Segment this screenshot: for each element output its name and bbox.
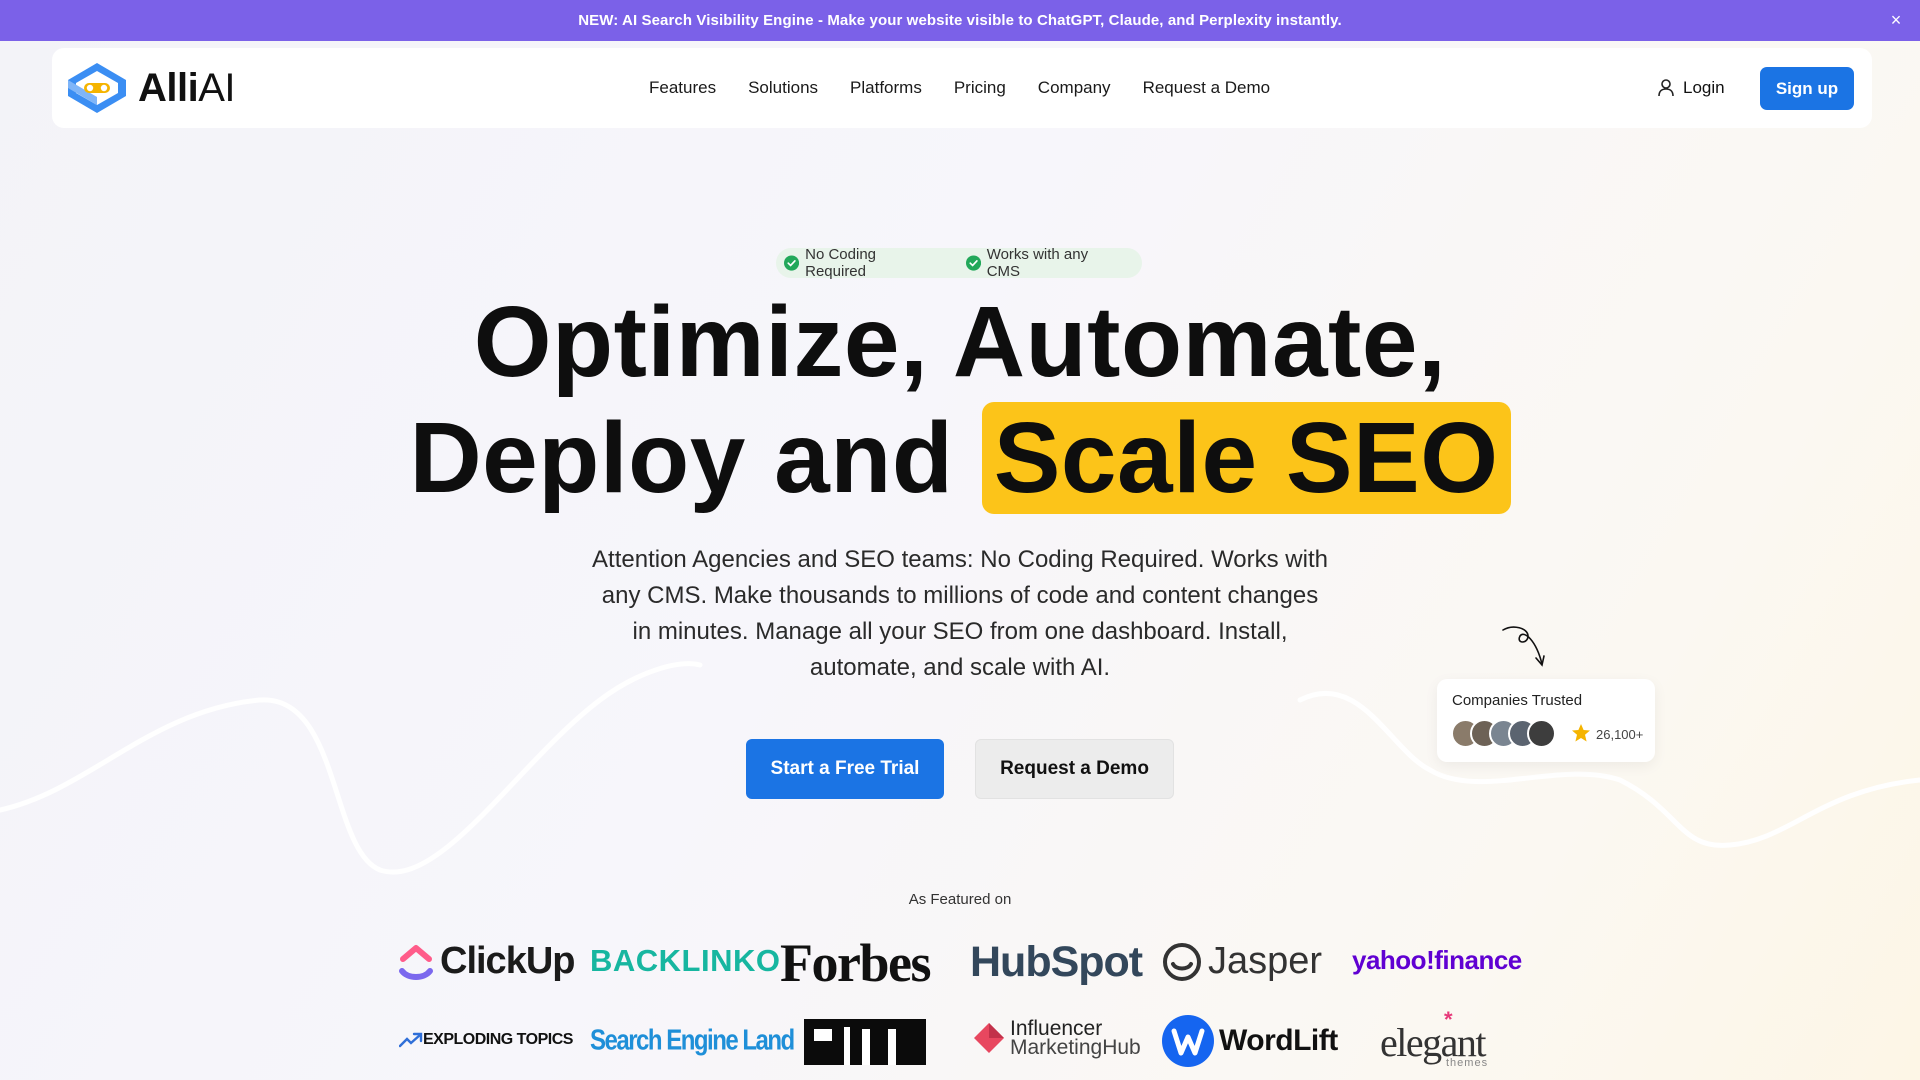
nav-platforms[interactable]: Platforms	[850, 78, 922, 98]
backlinko-wordmark: BACKLINKO	[590, 943, 781, 978]
alli-logo-icon	[68, 63, 126, 113]
avatar	[1527, 719, 1556, 748]
hero-title-highlight: Scale SEO	[981, 402, 1511, 514]
announcement-bar: NEW: AI Search Visibility Engine - Make …	[0, 0, 1920, 41]
hubspot-wordmark: HubSpot	[970, 938, 1143, 986]
yahoo-finance-logo: yahoo!finance	[1352, 945, 1522, 976]
hubspot-logo: HubSpot	[970, 938, 1143, 987]
nav-features[interactable]: Features	[649, 78, 716, 98]
curved-arrow-icon	[1502, 626, 1545, 667]
hero-badges: No Coding Required Works with any CMS	[776, 246, 1142, 280]
star-icon	[1572, 724, 1590, 742]
elegant-themes-wordmark: elegant * themes	[1380, 1007, 1500, 1069]
request-demo-button[interactable]: Request a Demo	[975, 739, 1174, 799]
badge-label: Works with any CMS	[986, 246, 1089, 280]
nav-request-demo[interactable]: Request a Demo	[1143, 78, 1271, 98]
avatar-group	[1451, 719, 1556, 748]
exploding-topics-wordmark: EXPLODING TOPICS	[423, 1031, 573, 1048]
forbes-logo: Forbes	[780, 932, 931, 994]
announcement-text: NEW: AI Search Visibility Engine - Make …	[578, 12, 1342, 29]
aim-logo-icon	[804, 1019, 926, 1065]
nav-company[interactable]: Company	[1038, 78, 1111, 98]
close-icon[interactable]: ×	[1886, 10, 1906, 30]
badge-any-cms: Works with any CMS	[965, 246, 1118, 280]
hero-title-line1: Optimize, Automate,	[473, 286, 1447, 398]
search-engine-land-wordmark: Search Engine Land	[590, 1024, 795, 1057]
trust-title: Companies Trusted	[1452, 692, 1583, 709]
logo-text-bold: Alli	[138, 65, 199, 110]
login-link[interactable]: Login	[1658, 48, 1725, 128]
influencer-diamond-icon	[974, 1023, 1004, 1053]
featured-label: As Featured on	[908, 891, 1012, 908]
nav-solutions[interactable]: Solutions	[748, 78, 818, 98]
start-free-trial-button[interactable]: Start a Free Trial	[746, 739, 944, 799]
yahoo-finance-wordmark: yahoo!finance	[1352, 945, 1522, 975]
exploding-topics-logo: EXPLODING TOPICS	[399, 1031, 573, 1049]
influencer-line2: MarketingHub	[1010, 1036, 1141, 1059]
wordlift-icon	[1162, 1015, 1214, 1067]
check-circle-icon	[784, 255, 800, 271]
influencer-marketinghub-logo: Influencer MarketingHub	[972, 1018, 1141, 1059]
check-circle-icon	[965, 255, 981, 271]
clickup-icon	[399, 944, 433, 980]
hero-title-line2-prefix: Deploy and	[409, 402, 954, 514]
search-engine-land-logo: Search Engine Land	[590, 1024, 795, 1057]
jasper-wordmark: Jasper	[1208, 940, 1323, 982]
wordlift-wordmark: WordLift	[1219, 1024, 1338, 1057]
hero-subtitle: Attention Agencies and SEO teams: No Cod…	[592, 546, 1328, 681]
trend-arrow-icon	[399, 1032, 423, 1048]
badge-label: No Coding Required	[805, 246, 877, 280]
aim-logo	[804, 1019, 926, 1065]
signup-button[interactable]: Sign up	[1760, 67, 1854, 110]
logo-text-light: AI	[198, 65, 236, 110]
navbar: AlliAI Features Solutions Platforms Pric…	[52, 48, 1872, 128]
login-label: Login	[1683, 78, 1725, 97]
jasper-icon	[1163, 942, 1201, 981]
influencer-wordmark: Influencer MarketingHub	[1010, 1018, 1141, 1059]
clickup-wordmark: ClickUp	[440, 940, 575, 982]
logo-text: AlliAI	[138, 65, 236, 111]
elegant-themes-logo: elegant * themes	[1380, 1007, 1500, 1069]
jasper-logo: Jasper	[1162, 940, 1322, 983]
wordlift-logo: WordLift	[1162, 1015, 1338, 1067]
companies-trusted-card: Companies Trusted 26,100+	[1437, 679, 1655, 762]
user-icon	[1658, 79, 1674, 97]
clickup-logo: ClickUp	[398, 940, 575, 983]
logo[interactable]: AlliAI	[66, 61, 236, 115]
backlinko-logo: BACKLINKO	[590, 943, 781, 979]
elegant-star-icon: *	[1444, 1007, 1453, 1032]
hero-title: Optimize, Automate, Deploy and Scale SEO	[0, 284, 1920, 516]
forbes-wordmark: Forbes	[780, 933, 931, 993]
nav-pricing[interactable]: Pricing	[954, 78, 1006, 98]
badge-no-coding: No Coding Required	[784, 246, 934, 280]
trust-count: 26,100+	[1596, 727, 1644, 742]
nav-links: Features Solutions Platforms Pricing Com…	[649, 48, 1302, 128]
elegant-sub: themes	[1446, 1057, 1489, 1069]
